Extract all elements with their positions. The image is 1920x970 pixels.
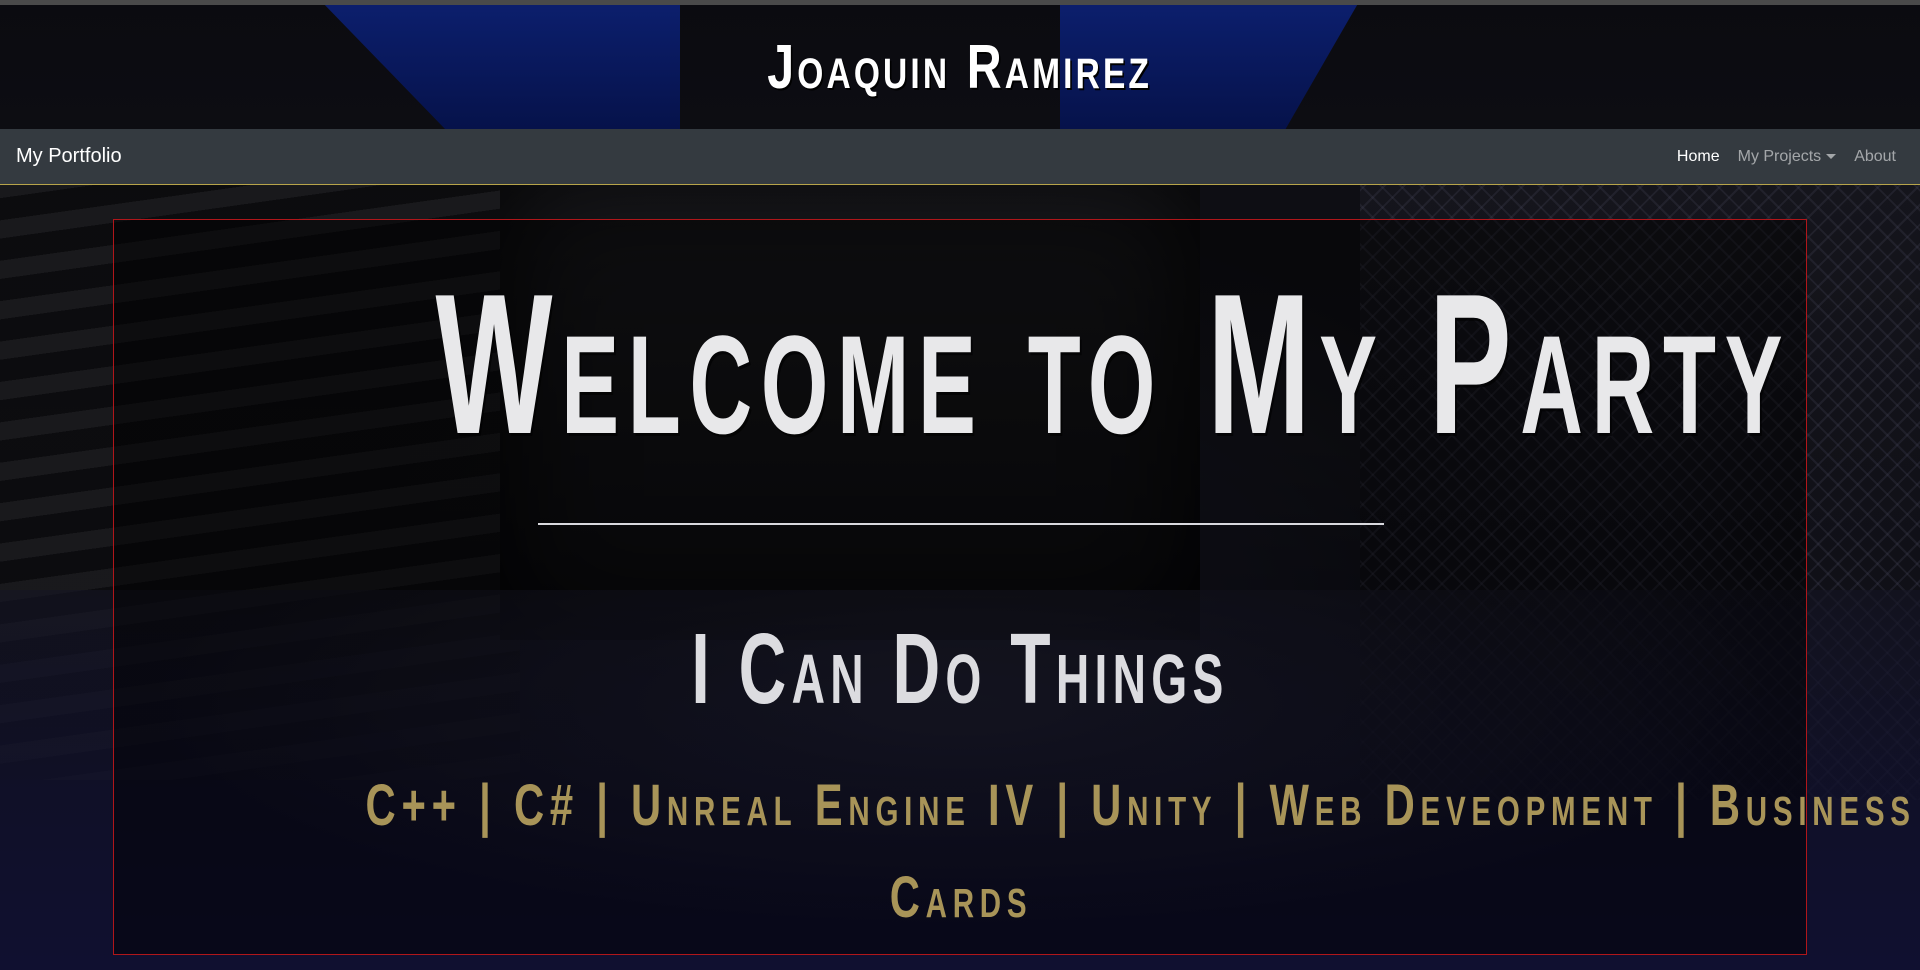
nav-link-about-label: About: [1854, 147, 1896, 165]
hero-title: Welcome to My Party: [435, 253, 1792, 476]
nav-links: Home My Projects About: [1677, 148, 1896, 166]
hero-panel: Welcome to My Party I Can Do Things C++ …: [113, 219, 1916, 955]
nav-link-about[interactable]: About: [1854, 148, 1896, 166]
hero-skills: C++ | C# | Unreal Engine IV | Unity | We…: [134, 760, 1916, 944]
hero-divider: [538, 523, 1384, 525]
hero-skills-line: C++ | C# | Unreal Engine IV | Unity | We…: [365, 773, 1916, 838]
nav-link-home-label: Home: [1676, 147, 1720, 165]
hero-skills-line: Cards: [889, 865, 1033, 930]
page: Joaquin Ramirez My Portfolio Home My Pro…: [0, 0, 1920, 970]
navbar-brand[interactable]: My Portfolio: [16, 145, 122, 168]
hero-subtitle: I Can Do Things: [691, 613, 1229, 725]
navbar: My Portfolio Home My Projects About: [0, 129, 1920, 185]
caret-down-icon: [1826, 154, 1837, 159]
site-title: Joaquin Ramirez: [767, 32, 1153, 102]
site-header: Joaquin Ramirez: [0, 5, 1920, 129]
nav-dropdown-my-projects[interactable]: My Projects: [1738, 148, 1837, 166]
nav-link-home[interactable]: Home: [1677, 148, 1720, 166]
nav-link-my-projects-label: My Projects: [1737, 147, 1822, 165]
